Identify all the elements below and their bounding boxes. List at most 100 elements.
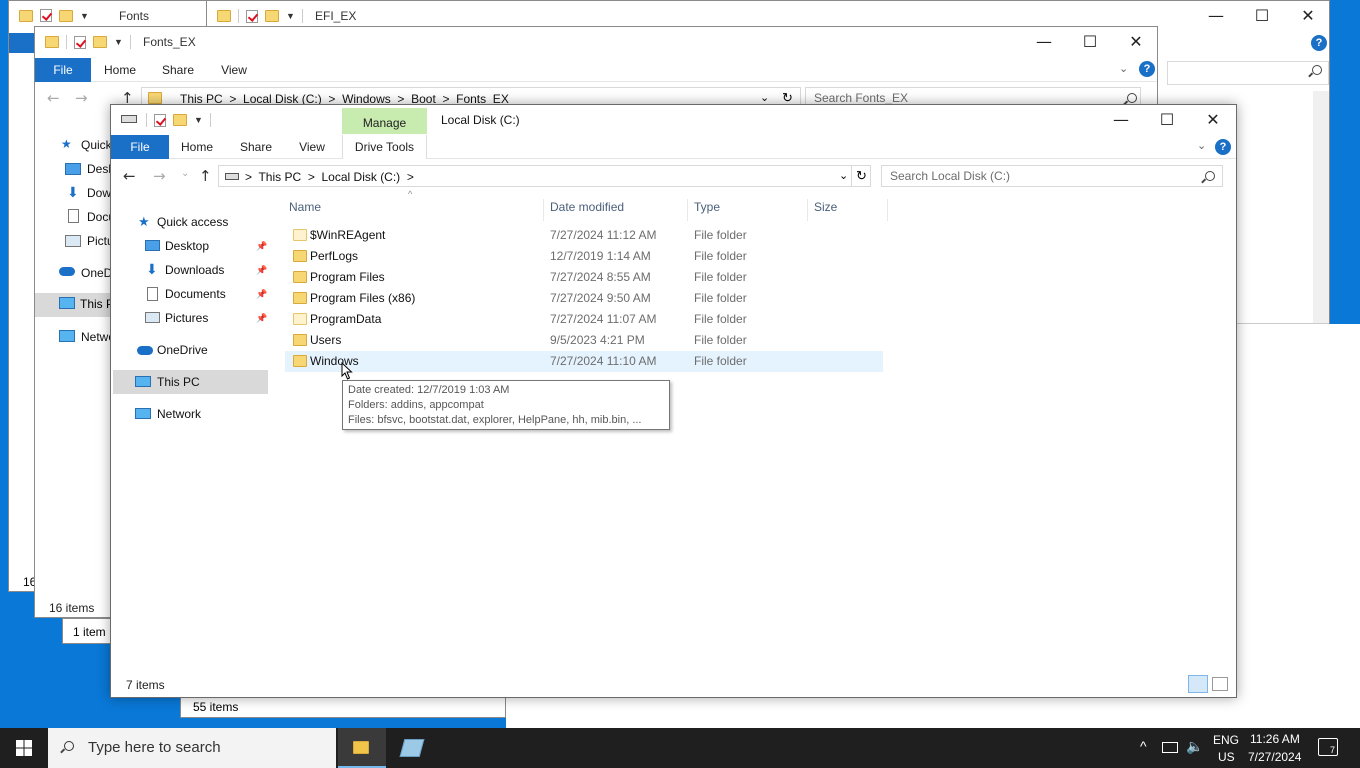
volume-icon[interactable]: 🔈 xyxy=(1186,738,1203,755)
window-title: EFI_EX xyxy=(315,9,357,23)
search-box[interactable] xyxy=(1167,61,1329,85)
titlebar[interactable]: ▼ Local Disk (C:) — ☐ ✕ xyxy=(111,105,1236,135)
language-indicator-bottom[interactable]: US xyxy=(1218,750,1235,764)
properties-icon[interactable] xyxy=(40,9,52,22)
forward-arrow-icon[interactable]: → xyxy=(75,89,88,107)
status-item-count: 1 item xyxy=(73,625,106,639)
tab-share[interactable]: Share xyxy=(235,135,277,159)
pin-icon[interactable]: 📌 xyxy=(256,289,267,299)
help-icon[interactable]: ? xyxy=(1311,35,1327,51)
help-icon[interactable]: ? xyxy=(1215,139,1231,155)
back-arrow-icon[interactable]: ← xyxy=(47,89,60,107)
nav-quick-access[interactable]: Quick xyxy=(81,133,112,157)
clock-date[interactable]: 7/27/2024 xyxy=(1248,750,1301,764)
customize-toolbar-icon[interactable]: ▼ xyxy=(286,11,295,21)
file-row[interactable]: PerfLogs 12/7/2019 1:14 AM File folder xyxy=(285,246,883,267)
window-title: Fonts xyxy=(119,9,150,23)
new-folder-icon[interactable] xyxy=(173,114,187,126)
maximize-button[interactable]: ☐ xyxy=(1067,27,1113,57)
minimize-button[interactable]: — xyxy=(1193,1,1239,31)
breadcrumb[interactable]: > This PC > Local Disk (C:) > xyxy=(245,170,414,184)
tab-view[interactable]: View xyxy=(213,58,255,82)
nav-documents[interactable]: Documents xyxy=(165,282,226,306)
show-hidden-icons-icon[interactable]: ^ xyxy=(1140,738,1147,754)
customize-toolbar-icon[interactable]: ▼ xyxy=(80,11,89,21)
download-icon: ⬇ xyxy=(146,261,158,277)
tab-home[interactable]: Home xyxy=(99,58,141,82)
nav-downloads[interactable]: Dow xyxy=(87,181,111,205)
maximize-button[interactable]: ☐ xyxy=(1144,105,1190,135)
new-folder-icon[interactable] xyxy=(93,36,107,48)
expand-ribbon-icon[interactable]: ⌄ xyxy=(1119,62,1128,75)
start-button[interactable] xyxy=(0,728,48,768)
network-icon[interactable] xyxy=(1162,742,1178,753)
folder-icon xyxy=(293,334,307,346)
tab-file[interactable]: File xyxy=(35,58,91,82)
file-row[interactable]: Users 9/5/2023 4:21 PM File folder xyxy=(285,330,883,351)
pin-icon[interactable]: 📌 xyxy=(256,313,267,323)
up-arrow-icon[interactable]: ↑ xyxy=(199,167,212,185)
titlebar[interactable]: ▼ Fonts_EX — ☐ ✕ xyxy=(35,27,1157,57)
file-row[interactable]: ProgramData 7/27/2024 11:07 AM File fold… xyxy=(285,309,883,330)
nav-this-pc-label[interactable]: This P xyxy=(80,297,114,311)
pin-icon[interactable]: 📌 xyxy=(256,265,267,275)
column-header-size[interactable]: Size xyxy=(808,199,888,221)
nav-network-item[interactable]: Network xyxy=(111,402,266,426)
new-folder-icon[interactable] xyxy=(265,10,279,22)
nav-downloads[interactable]: Downloads xyxy=(165,258,224,282)
customize-toolbar-icon[interactable]: ▼ xyxy=(114,37,123,47)
close-button[interactable]: ✕ xyxy=(1113,27,1157,57)
tab-home[interactable]: Home xyxy=(177,135,217,159)
expand-ribbon-icon[interactable]: ⌄ xyxy=(1197,139,1206,152)
tab-share[interactable]: Share xyxy=(157,58,199,82)
maximize-button[interactable]: ☐ xyxy=(1239,1,1285,31)
taskbar-search-input[interactable]: Type here to search xyxy=(48,728,336,768)
nav-this-pc-selected[interactable]: This PC xyxy=(113,370,268,394)
new-folder-icon[interactable] xyxy=(59,9,73,22)
column-header-date-modified[interactable]: Date modified xyxy=(544,199,688,221)
folder-icon xyxy=(19,9,33,22)
scrollbar[interactable] xyxy=(1313,91,1329,323)
nav-pictures[interactable]: Pictures xyxy=(165,306,208,330)
clock-time[interactable]: 11:26 AM xyxy=(1250,732,1300,746)
window-local-disk[interactable]: ▼ Local Disk (C:) — ☐ ✕ Manage File Home… xyxy=(110,104,1237,698)
column-header-type[interactable]: Type xyxy=(688,199,808,221)
recent-locations-icon[interactable]: ⌄ xyxy=(181,168,189,179)
pin-icon[interactable]: 📌 xyxy=(256,241,267,251)
nav-desktop[interactable]: Desktop xyxy=(165,234,209,258)
tab-drive-tools[interactable]: Drive Tools xyxy=(342,135,427,159)
file-row[interactable]: Program Files 7/27/2024 8:55 AM File fol… xyxy=(285,267,883,288)
taskbar-app[interactable] xyxy=(388,728,436,768)
close-button[interactable]: ✕ xyxy=(1190,105,1236,135)
back-arrow-icon[interactable]: ← xyxy=(123,167,136,185)
help-icon[interactable]: ? xyxy=(1139,61,1155,77)
file-row[interactable]: Program Files (x86) 7/27/2024 9:50 AM Fi… xyxy=(285,288,883,309)
chevron-down-icon[interactable]: ⌄ xyxy=(760,91,769,104)
folder-icon xyxy=(293,229,307,241)
customize-toolbar-icon[interactable]: ▼ xyxy=(194,115,203,125)
minimize-button[interactable]: — xyxy=(1098,105,1144,135)
large-icons-view-button[interactable] xyxy=(1212,677,1228,691)
refresh-button[interactable]: ↻ xyxy=(851,165,871,187)
close-button[interactable]: ✕ xyxy=(1285,1,1329,31)
nav-quick-access[interactable]: Quick access xyxy=(157,210,228,234)
details-view-button[interactable] xyxy=(1188,675,1208,693)
file-row-hovered[interactable]: Windows 7/27/2024 11:10 AM File folder xyxy=(285,351,883,372)
properties-icon[interactable] xyxy=(74,35,86,49)
language-indicator-top[interactable]: ENG xyxy=(1213,733,1239,747)
forward-arrow-icon[interactable]: → xyxy=(153,167,166,185)
properties-icon[interactable] xyxy=(154,113,166,127)
file-row[interactable]: $WinREAgent 7/27/2024 11:12 AM File fold… xyxy=(285,225,883,246)
chevron-down-icon[interactable]: ⌄ xyxy=(839,169,848,182)
nav-onedrive[interactable]: OneDrive xyxy=(157,338,208,362)
column-header-name[interactable]: Name xyxy=(283,199,544,221)
notifications-button[interactable]: 7 xyxy=(1318,738,1338,756)
search-input[interactable]: Search Local Disk (C:) xyxy=(881,165,1223,187)
minimize-button[interactable]: — xyxy=(1021,27,1067,57)
manage-tab[interactable]: Manage xyxy=(342,108,427,134)
properties-icon[interactable] xyxy=(246,9,258,23)
tab-file[interactable]: File xyxy=(111,135,169,159)
tab-view[interactable]: View xyxy=(291,135,333,159)
address-bar[interactable]: > This PC > Local Disk (C:) > ⌄ xyxy=(218,165,852,187)
taskbar-file-explorer[interactable] xyxy=(338,728,386,768)
